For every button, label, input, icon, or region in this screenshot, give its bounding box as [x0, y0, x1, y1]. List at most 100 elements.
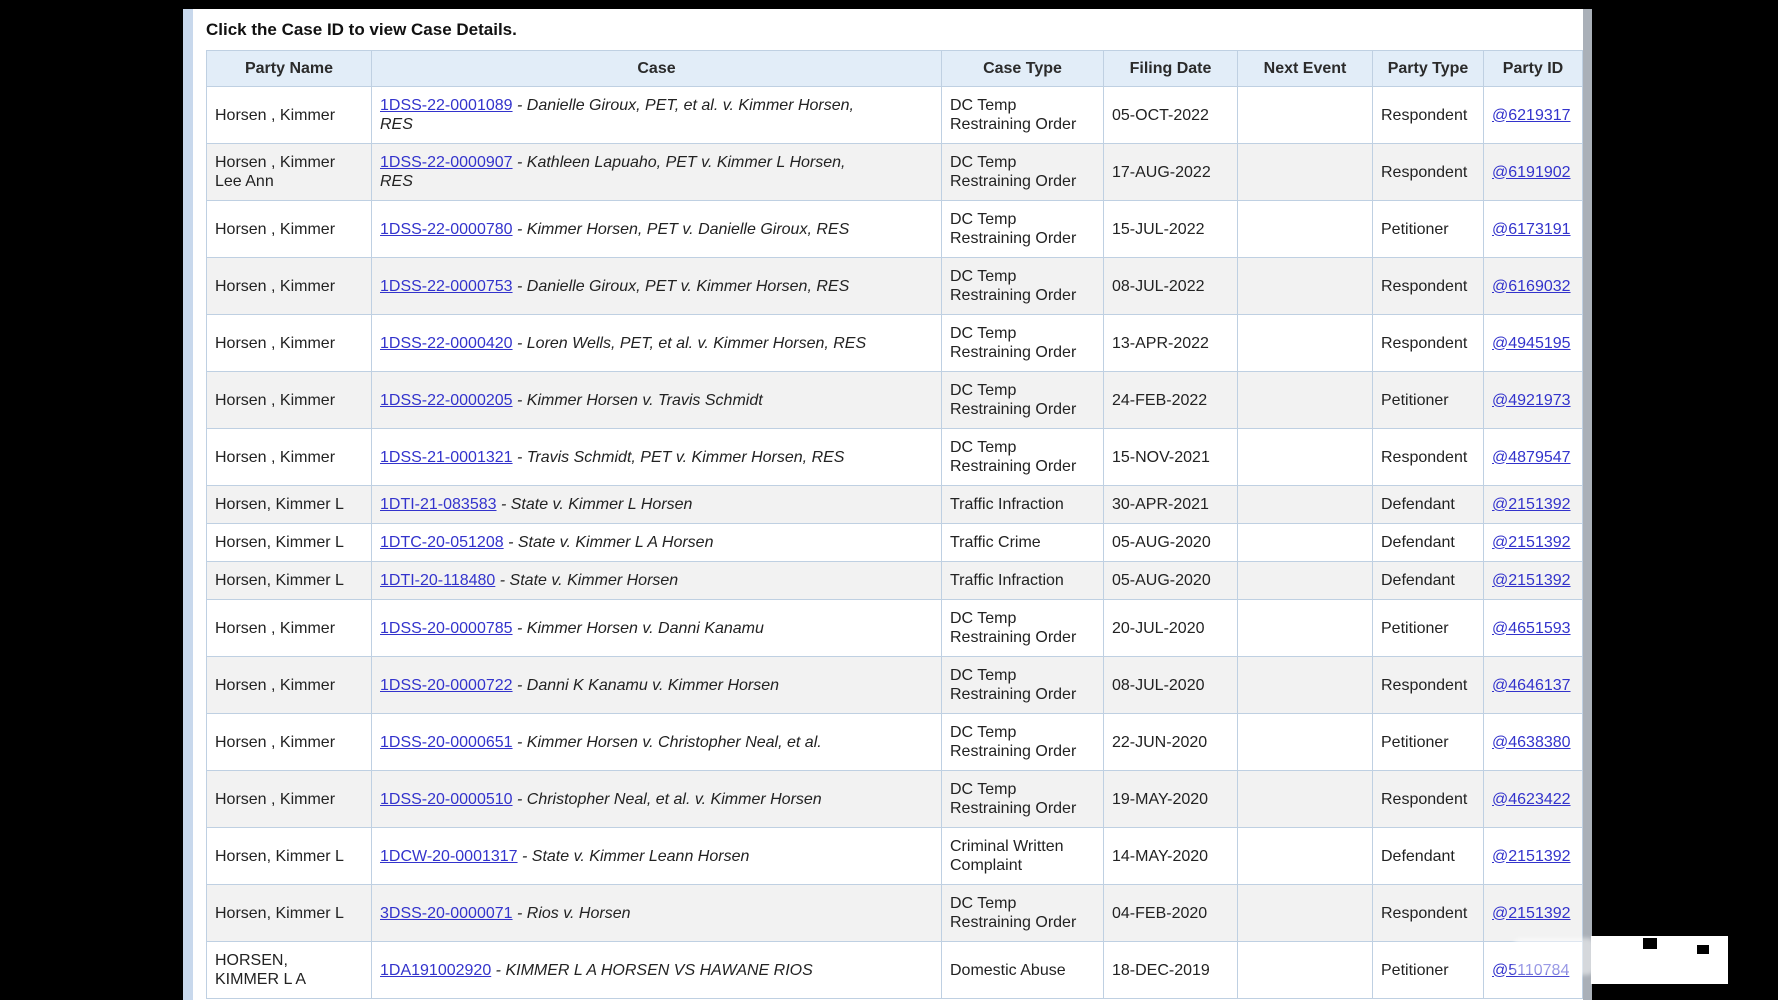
party-name-cell: Horsen, Kimmer L — [207, 562, 372, 600]
case-cell: 1DSS-20-0000651 - Kimmer Horsen v. Chris… — [372, 714, 942, 771]
case-id-link[interactable]: 3DSS-20-0000071 — [380, 905, 513, 922]
column-header-party-type: Party Type — [1373, 51, 1484, 87]
case-id-link[interactable]: 1DSS-20-0000510 — [380, 791, 513, 808]
case-id-link[interactable]: 1DA191002920 — [380, 962, 491, 979]
case-type-cell: DC Temp Restraining Order — [942, 657, 1104, 714]
case-cell: 1DSS-22-0000753 - Danielle Giroux, PET v… — [372, 258, 942, 315]
next-event-cell — [1238, 562, 1373, 600]
party-id-link[interactable]: @4921973 — [1492, 392, 1571, 409]
party-type-cell: Defendant — [1373, 524, 1484, 562]
party-id-link[interactable]: @4879547 — [1492, 449, 1571, 466]
letterbox-top — [0, 0, 1778, 9]
case-title: - State v. Kimmer L Horsen — [501, 496, 692, 513]
case-cell: 1DSS-22-0000780 - Kimmer Horsen, PET v. … — [372, 201, 942, 258]
party-type-cell: Respondent — [1373, 429, 1484, 486]
case-type-cell: DC Temp Restraining Order — [942, 771, 1104, 828]
case-id-link[interactable]: 1DCW-20-0001317 — [380, 848, 518, 865]
party-id-cell: @2151392 — [1484, 486, 1583, 524]
case-id-link[interactable]: 1DSS-22-0000780 — [380, 221, 513, 238]
party-id-link[interactable]: @6219317 — [1492, 107, 1571, 124]
party-id-link[interactable]: @6173191 — [1492, 221, 1571, 238]
next-event-cell — [1238, 942, 1373, 999]
party-id-link[interactable]: @2151392 — [1492, 496, 1571, 513]
case-cell: 1DTC-20-051208 - State v. Kimmer L A Hor… — [372, 524, 942, 562]
filing-date-cell: 05-AUG-2020 — [1104, 524, 1238, 562]
next-event-cell — [1238, 258, 1373, 315]
table-row: Horsen, Kimmer L 1DCW-20-0001317 - State… — [207, 828, 1583, 885]
filing-date-cell: 08-JUL-2022 — [1104, 258, 1238, 315]
party-type-cell: Defendant — [1373, 562, 1484, 600]
filing-date-cell: 08-JUL-2020 — [1104, 657, 1238, 714]
party-name-cell: HORSEN, KIMMER L A — [207, 942, 372, 999]
party-id-link[interactable]: @4945195 — [1492, 335, 1571, 352]
case-id-link[interactable]: 1DSS-20-0000722 — [380, 677, 513, 694]
table-row: Horsen, Kimmer L 3DSS-20-0000071 - Rios … — [207, 885, 1583, 942]
case-id-link[interactable]: 1DSS-20-0000651 — [380, 734, 513, 751]
case-title: - KIMMER L A HORSEN VS HAWANE RIOS — [496, 962, 813, 979]
scrollbar[interactable] — [1583, 9, 1592, 1000]
party-id-link[interactable]: @4623422 — [1492, 791, 1571, 808]
case-type-cell: Traffic Infraction — [942, 562, 1104, 600]
table-row: Horsen, Kimmer L 1DTI-21-083583 - State … — [207, 486, 1583, 524]
party-id-link[interactable]: @2151392 — [1492, 905, 1571, 922]
party-name-cell: Horsen , Kimmer — [207, 258, 372, 315]
watermark-mark-icon — [1643, 938, 1657, 949]
case-id-link[interactable]: 1DSS-22-0000205 — [380, 392, 513, 409]
party-type-cell: Petitioner — [1373, 372, 1484, 429]
party-type-cell: Respondent — [1373, 771, 1484, 828]
party-id-link[interactable]: @4651593 — [1492, 620, 1571, 637]
case-id-link[interactable]: 1DTI-20-118480 — [380, 572, 495, 589]
next-event-cell — [1238, 885, 1373, 942]
case-id-link[interactable]: 1DTC-20-051208 — [380, 534, 504, 551]
next-event-cell — [1238, 828, 1373, 885]
case-cell: 1DSS-20-0000785 - Kimmer Horsen v. Danni… — [372, 600, 942, 657]
party-name-cell: Horsen , Kimmer — [207, 315, 372, 372]
case-type-cell: DC Temp Restraining Order — [942, 885, 1104, 942]
case-id-link[interactable]: 1DSS-22-0000907 — [380, 154, 513, 171]
party-type-cell: Respondent — [1373, 315, 1484, 372]
filing-date-cell: 04-FEB-2020 — [1104, 885, 1238, 942]
column-header-case-type: Case Type — [942, 51, 1104, 87]
case-cell: 1DSS-22-0000420 - Loren Wells, PET, et a… — [372, 315, 942, 372]
filing-date-cell: 05-AUG-2020 — [1104, 562, 1238, 600]
party-id-cell: @2151392 — [1484, 885, 1583, 942]
filing-date-cell: 15-NOV-2021 — [1104, 429, 1238, 486]
party-id-link[interactable]: @4646137 — [1492, 677, 1571, 694]
party-name-cell: Horsen, Kimmer L — [207, 486, 372, 524]
party-id-cell: @6173191 — [1484, 201, 1583, 258]
party-id-cell: @4921973 — [1484, 372, 1583, 429]
filing-date-cell: 24-FEB-2022 — [1104, 372, 1238, 429]
party-name-cell: Horsen , Kimmer — [207, 771, 372, 828]
table-row: Horsen , Kimmer 1DSS-20-0000785 - Kimmer… — [207, 600, 1583, 657]
page-instruction: Click the Case ID to view Case Details. — [206, 20, 1583, 40]
case-cell: 1DSS-22-0000205 - Kimmer Horsen v. Travi… — [372, 372, 942, 429]
party-id-cell: @4945195 — [1484, 315, 1583, 372]
filing-date-cell: 22-JUN-2020 — [1104, 714, 1238, 771]
case-id-link[interactable]: 1DTI-21-083583 — [380, 496, 497, 513]
next-event-cell — [1238, 315, 1373, 372]
party-id-link[interactable]: @6191902 — [1492, 164, 1571, 181]
party-name-cell: Horsen , Kimmer — [207, 429, 372, 486]
case-cell: 1DA191002920 - KIMMER L A HORSEN VS HAWA… — [372, 942, 942, 999]
case-id-link[interactable]: 1DSS-20-0000785 — [380, 620, 513, 637]
page-edge-strip — [183, 9, 193, 1000]
next-event-cell — [1238, 657, 1373, 714]
case-id-link[interactable]: 1DSS-21-0001321 — [380, 449, 513, 466]
case-cell: 1DSS-22-0000907 - Kathleen Lapuaho, PET … — [372, 144, 942, 201]
case-id-link[interactable]: 1DSS-22-0000420 — [380, 335, 513, 352]
filing-date-cell: 15-JUL-2022 — [1104, 201, 1238, 258]
party-id-link[interactable]: @6169032 — [1492, 278, 1571, 295]
column-header-party-id: Party ID — [1484, 51, 1583, 87]
case-title: - Kimmer Horsen v. Travis Schmidt — [517, 392, 763, 409]
case-type-cell: DC Temp Restraining Order — [942, 372, 1104, 429]
case-id-link[interactable]: 1DSS-22-0001089 — [380, 97, 513, 114]
case-type-cell: Criminal Written Complaint — [942, 828, 1104, 885]
party-id-link[interactable]: @2151392 — [1492, 848, 1571, 865]
case-title: - State v. Kimmer Leann Horsen — [522, 848, 749, 865]
party-id-link[interactable]: @4638380 — [1492, 734, 1571, 751]
table-row: Horsen , Kimmer 1DSS-22-0000205 - Kimmer… — [207, 372, 1583, 429]
cases-table: Party Name Case Case Type Filing Date Ne… — [206, 50, 1583, 999]
party-id-link[interactable]: @2151392 — [1492, 572, 1571, 589]
party-id-link[interactable]: @2151392 — [1492, 534, 1571, 551]
case-id-link[interactable]: 1DSS-22-0000753 — [380, 278, 513, 295]
